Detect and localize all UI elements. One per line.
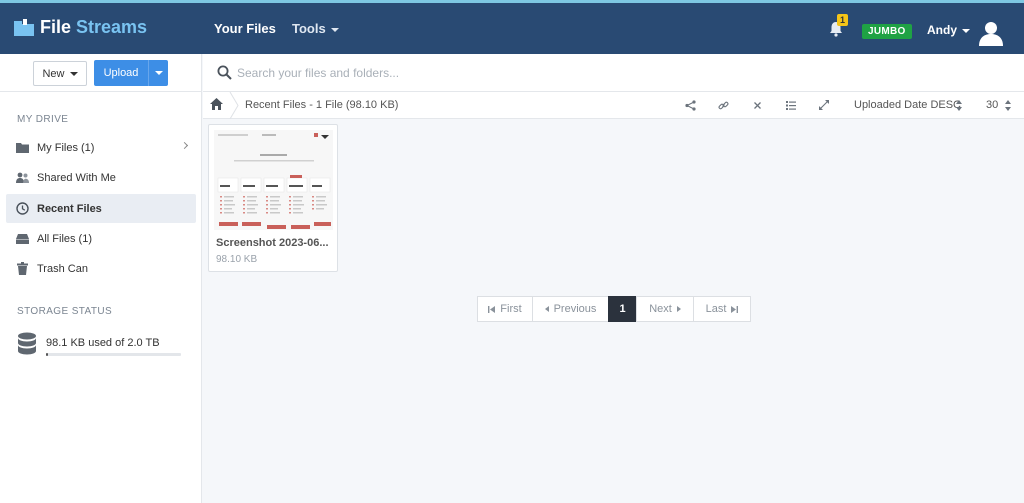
expand-icon[interactable] <box>818 99 830 111</box>
trash-icon <box>16 262 29 275</box>
user-menu[interactable]: Andy <box>927 23 970 37</box>
upload-button[interactable]: Upload <box>94 60 168 86</box>
sort-select[interactable]: Uploaded Date DESC <box>854 99 961 111</box>
file-name[interactable]: Screenshot 2023-06... <box>216 237 329 249</box>
pagination: First Previous 1 Next Last <box>477 296 751 322</box>
chevron-down-icon <box>330 27 339 32</box>
logo-text-streams: Streams <box>76 17 148 37</box>
plan-badge: JUMBO <box>862 24 912 39</box>
sidebar-item-label: Trash Can <box>37 262 88 275</box>
new-button-label: New <box>42 67 65 80</box>
storage-progress-fill <box>46 353 49 356</box>
file-menu-chevron-icon[interactable] <box>321 135 329 139</box>
first-page-icon <box>488 305 496 313</box>
pagination-next-label: Next <box>649 303 672 315</box>
per-page-arrows-icon[interactable] <box>1005 100 1011 111</box>
top-navbar: File Streams Your Files Tools 1 JUMBO An… <box>0 0 1024 54</box>
per-page-select[interactable]: 30 <box>986 99 998 111</box>
search-bar <box>203 54 1024 92</box>
avatar[interactable] <box>977 18 1005 46</box>
breadcrumb-toolbar: Recent Files - 1 File (98.10 KB) Uploade… <box>203 91 1024 120</box>
chevron-right-icon <box>676 306 681 312</box>
breadcrumb: Recent Files - 1 File (98.10 KB) <box>245 99 399 111</box>
storage-progress-bar <box>46 353 181 356</box>
share-icon[interactable] <box>684 99 696 111</box>
sidebar: New Upload MY DRIVE My Files (1) Shared … <box>0 54 202 503</box>
file-thumbnail[interactable] <box>214 130 333 230</box>
pagination-last-label: Last <box>705 303 727 315</box>
link-icon[interactable] <box>717 99 729 111</box>
drive-icon <box>16 232 29 245</box>
folder-icon <box>16 141 29 154</box>
clock-icon <box>16 202 29 215</box>
chevron-down-icon <box>962 28 970 33</box>
pagination-current-page[interactable]: 1 <box>608 296 637 322</box>
search-icon <box>217 65 232 80</box>
users-icon <box>16 171 29 184</box>
sidebar-item-label: All Files (1) <box>37 232 93 245</box>
nav-tools-label: Tools <box>292 21 326 36</box>
database-icon <box>17 332 37 359</box>
pagination-first-label: First <box>500 303 522 315</box>
upload-dropdown-toggle[interactable] <box>148 60 168 86</box>
pagination-last-button[interactable]: Last <box>693 296 751 322</box>
sidebar-item-my-files[interactable]: My Files (1) <box>6 133 196 162</box>
sidebar-item-label: Recent Files <box>37 202 102 215</box>
pagination-first-button[interactable]: First <box>477 296 533 322</box>
sidebar-item-label: Shared With Me <box>37 171 116 184</box>
chevron-down-icon <box>154 71 163 75</box>
notification-count-badge: 1 <box>837 14 849 26</box>
sidebar-item-shared-with-me[interactable]: Shared With Me <box>6 163 196 192</box>
user-name: Andy <box>927 23 957 37</box>
last-page-icon <box>731 305 739 313</box>
chevron-left-icon <box>544 306 549 312</box>
file-size: 98.10 KB <box>216 254 258 265</box>
sort-arrows-icon[interactable] <box>956 100 962 111</box>
upload-button-label: Upload <box>103 67 139 79</box>
chevron-right-icon[interactable] <box>180 141 189 150</box>
logo-text-file: File <box>40 17 72 37</box>
pagination-previous-button[interactable]: Previous <box>532 296 609 322</box>
home-icon[interactable] <box>210 98 223 110</box>
breadcrumb-separator <box>229 91 239 120</box>
my-drive-title: MY DRIVE <box>17 114 69 125</box>
close-icon[interactable] <box>751 99 763 111</box>
app-logo[interactable]: File Streams <box>14 17 147 38</box>
storage-usage-text: 98.1 KB used of 2.0 TB <box>46 337 160 349</box>
sidebar-item-recent-files[interactable]: Recent Files <box>6 194 196 223</box>
chevron-down-icon <box>69 71 78 76</box>
pagination-next-button[interactable]: Next <box>636 296 694 322</box>
sidebar-item-label: My Files (1) <box>37 141 95 154</box>
nav-your-files[interactable]: Your Files <box>214 21 276 36</box>
file-card[interactable]: Screenshot 2023-06... 98.10 KB <box>208 124 338 272</box>
search-input[interactable] <box>237 62 937 84</box>
pagination-previous-label: Previous <box>553 303 597 315</box>
sidebar-item-all-files[interactable]: All Files (1) <box>6 224 196 253</box>
logo-icon <box>14 19 34 36</box>
nav-tools-menu[interactable]: Tools <box>292 21 339 36</box>
sidebar-item-trash-can[interactable]: Trash Can <box>6 254 196 283</box>
list-view-icon[interactable] <box>785 99 797 111</box>
new-button[interactable]: New <box>33 61 87 86</box>
storage-status-title: STORAGE STATUS <box>17 306 113 317</box>
sidebar-actions: New Upload <box>0 54 201 92</box>
